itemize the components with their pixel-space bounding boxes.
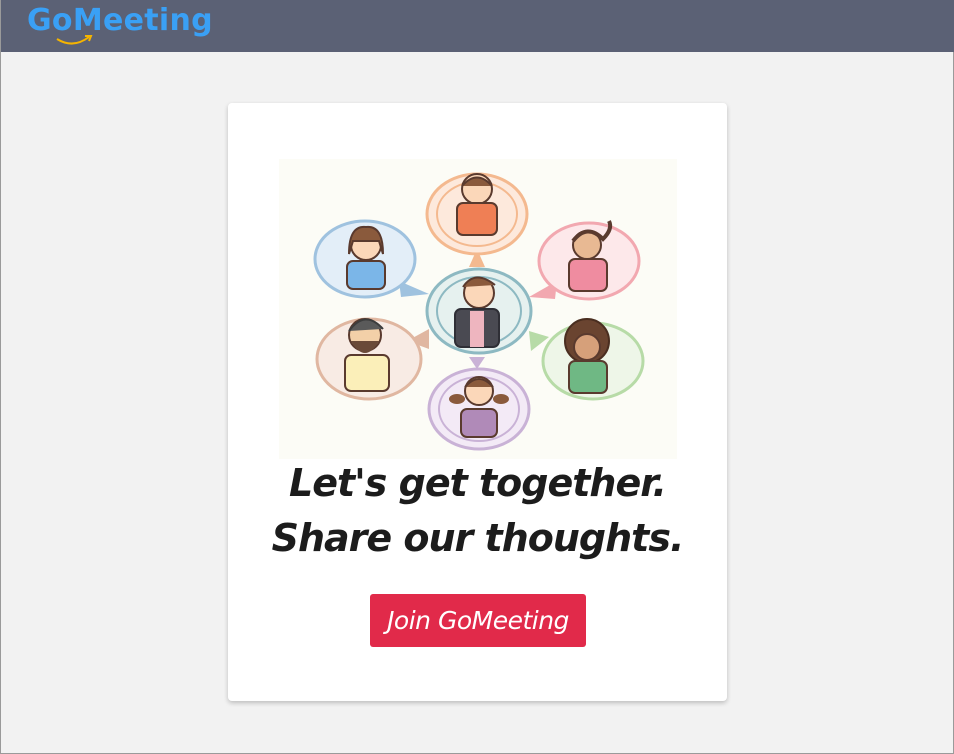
tagline-line-1: Let's get together. xyxy=(289,461,667,505)
smile-arc-icon xyxy=(56,35,93,45)
join-gomeeting-button[interactable]: Join GoMeeting xyxy=(370,594,586,647)
people-chat-icon xyxy=(313,172,645,451)
tagline-line-2: Share our thoughts. xyxy=(271,516,685,560)
top-navbar: GoMeeting xyxy=(1,0,954,52)
people-chat-illustration xyxy=(279,159,677,459)
welcome-card: Let's get together. Share our thoughts. … xyxy=(228,103,727,701)
gomeeting-logo[interactable]: GoMeeting xyxy=(27,3,213,49)
